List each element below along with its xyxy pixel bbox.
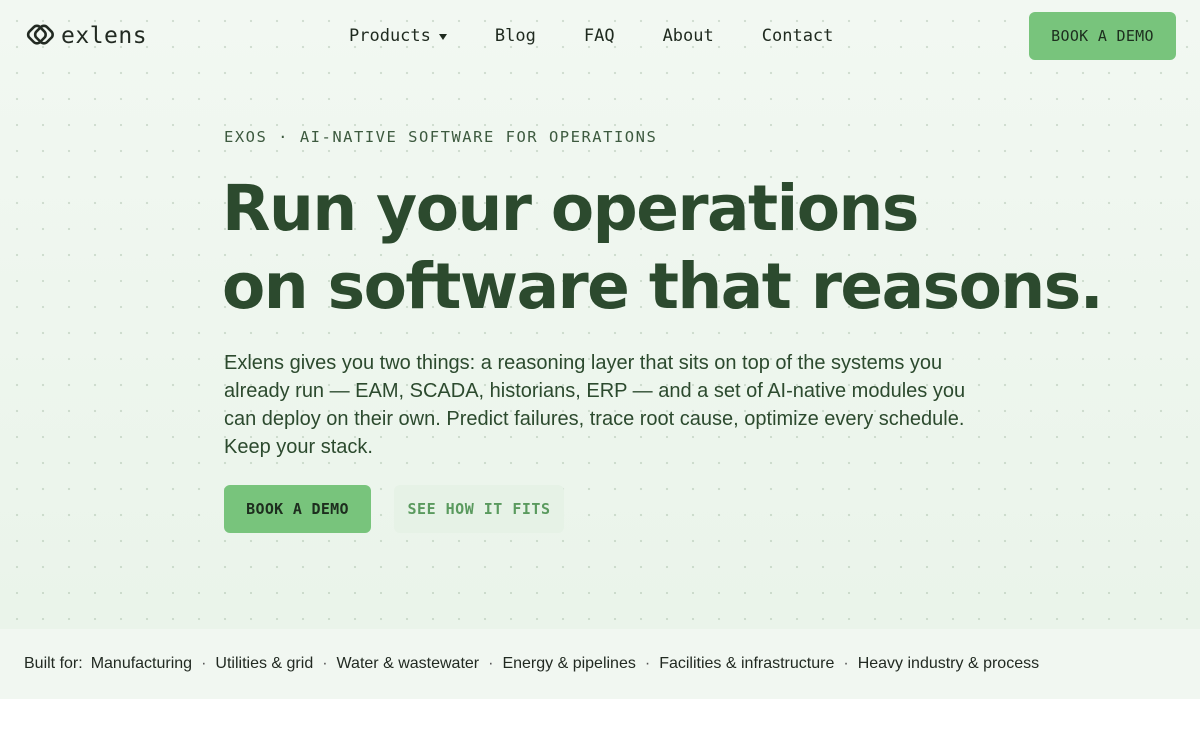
industry-item: Heavy industry & process (857, 655, 1040, 672)
hero-headline: Run your operations on software that rea… (222, 170, 1104, 326)
main-menu: Products Blog FAQ About Contact (349, 24, 833, 48)
logo-icon (24, 23, 54, 49)
industry-item: Utilities & grid (215, 655, 314, 672)
separator-dot: · (843, 655, 849, 672)
brand-name: exlens (61, 23, 148, 49)
see-how-it-fits-button[interactable]: SEE HOW IT FITS (394, 485, 564, 533)
top-navigation: exlens Products Blog FAQ About Contact B… (0, 0, 1200, 72)
industry-item: Water & wastewater (336, 655, 480, 672)
nav-contact[interactable]: Contact (762, 26, 834, 46)
industry-item: Manufacturing (90, 655, 193, 672)
nav-products-label: Products (349, 26, 431, 46)
nav-faq[interactable]: FAQ (584, 26, 615, 46)
separator-dot: · (488, 655, 494, 672)
book-demo-button-hero[interactable]: BOOK A DEMO (224, 485, 371, 533)
headline-line-1: Run your operations (222, 172, 919, 245)
industries-strip: Built for: Manufacturing · Utilities & g… (0, 629, 1200, 699)
headline-line-2: on software that reasons. (222, 250, 1104, 323)
separator-dot: · (201, 655, 207, 672)
brand-logo[interactable]: exlens (24, 20, 147, 52)
nav-products[interactable]: Products (349, 26, 447, 46)
industry-item: Facilities & infrastructure (659, 655, 835, 672)
separator-dot: · (322, 655, 328, 672)
industries-label: Built for: (24, 655, 83, 672)
nav-blog[interactable]: Blog (495, 26, 536, 46)
separator-dot: · (644, 655, 651, 672)
caret-down-icon (438, 33, 447, 40)
industry-item: Energy & pipelines (502, 655, 636, 672)
hero-description: Exlens gives you two things: a reasoning… (224, 352, 966, 458)
hero-eyebrow: EXOS · AI-NATIVE SOFTWARE FOR OPERATIONS (224, 128, 658, 146)
nav-about[interactable]: About (663, 26, 714, 46)
book-demo-button-header[interactable]: BOOK A DEMO (1029, 12, 1176, 60)
